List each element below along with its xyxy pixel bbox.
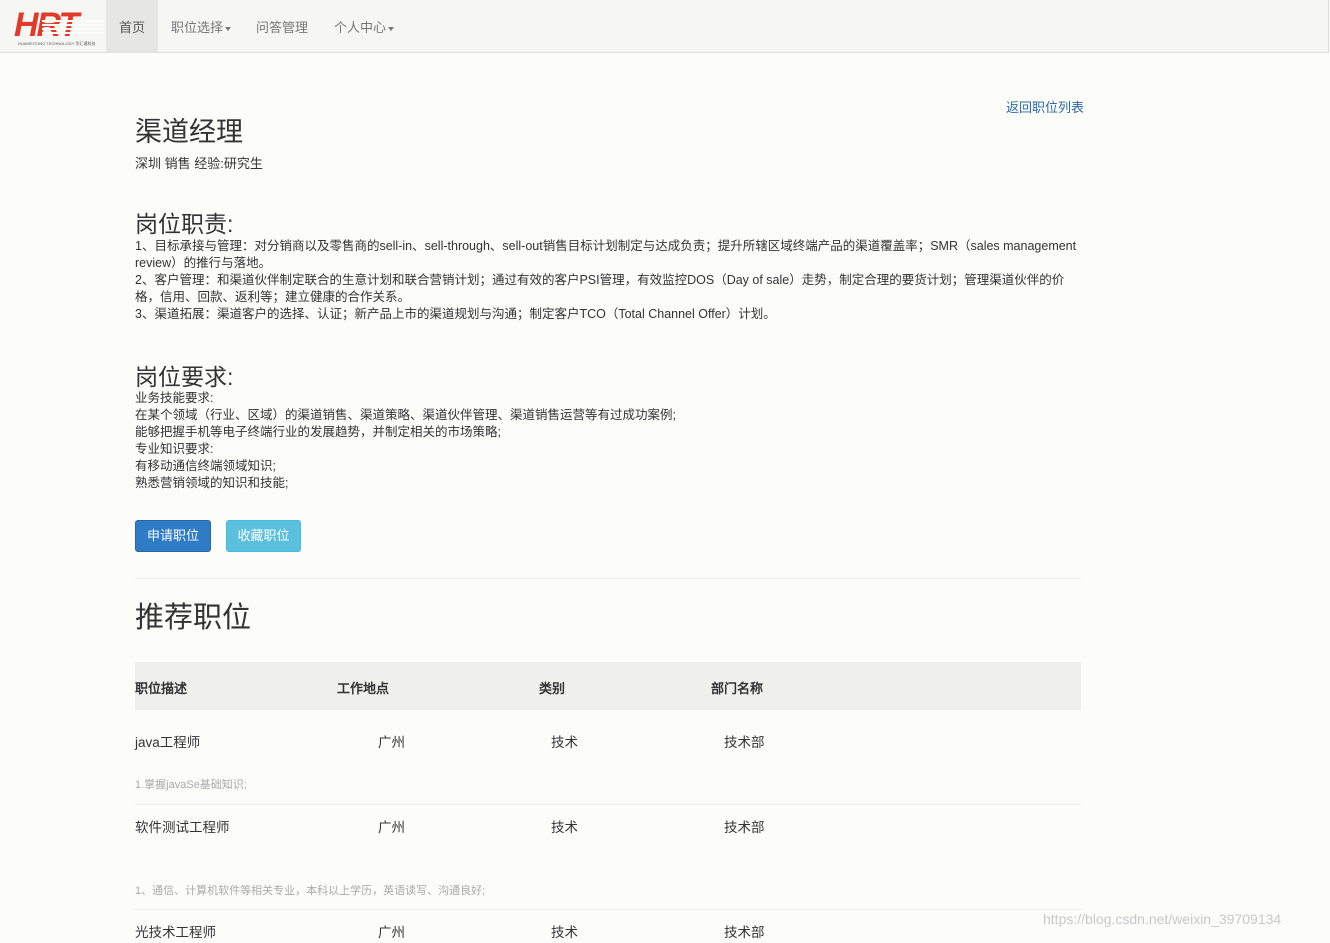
row-divider xyxy=(135,909,1081,910)
requirements-heading: 岗位要求: xyxy=(135,364,234,390)
job-name-link[interactable]: java工程师 xyxy=(135,733,200,753)
col-header-location: 工作地点 xyxy=(337,681,390,696)
row-divider xyxy=(135,804,1081,805)
requirement-item: 业务技能要求: xyxy=(135,391,214,405)
nav-qa-manage[interactable]: 问答管理 xyxy=(256,0,308,52)
watermark: https://blog.csdn.net/weixin_39709134 xyxy=(1043,911,1282,927)
favorite-job-button[interactable]: 收藏职位 xyxy=(226,520,301,552)
job-category: 技术 xyxy=(551,820,578,835)
apply-job-button[interactable]: 申请职位 xyxy=(135,520,211,552)
job-description: 1.掌握javaSe基础知识; xyxy=(135,779,247,791)
table-header: 职位描述 工作地点 类别 部门名称 xyxy=(135,662,1081,710)
caret-down-icon xyxy=(225,26,232,31)
nav-personal-label: 个人中心 xyxy=(334,20,387,35)
logo-stripes xyxy=(42,20,104,36)
recommended-heading: 推荐职位 xyxy=(135,602,252,634)
nav-home[interactable]: 首页 xyxy=(106,0,158,52)
job-description: 1、通信、计算机软件等相关专业，本科以上学历，英语读写、沟通良好; xyxy=(135,885,486,897)
duty-item: 2、客户管理：和渠道伙伴制定联合的生意计划和联合营销计划；通过有效的客户PSI管… xyxy=(135,273,1065,304)
job-category: 技术 xyxy=(551,735,578,750)
job-category: 技术 xyxy=(551,925,578,940)
job-department: 技术部 xyxy=(724,735,765,750)
col-header-category: 类别 xyxy=(539,681,566,696)
job-name-link[interactable]: 光技术工程师 xyxy=(135,923,216,943)
nav-job-select-label: 职位选择 xyxy=(171,20,224,35)
job-title: 渠道经理 xyxy=(135,117,243,147)
nav-personal-center-dropdown[interactable]: 个人中心 xyxy=(334,0,395,52)
duty-item: 3、渠道拓展：渠道客户的选择、认证；新产品上市的渠道规划与沟通；制定客户TCO（… xyxy=(135,307,776,321)
back-to-job-list-link[interactable]: 返回职位列表 xyxy=(1006,97,1084,116)
divider xyxy=(135,578,1081,579)
job-location: 广州 xyxy=(378,735,405,750)
requirement-item: 在某个领域（行业、区域）的渠道销售、渠道策略、渠道伙伴管理、渠道销售运营等有过成… xyxy=(135,408,676,422)
requirement-item: 有移动通信终端领域知识; xyxy=(135,459,276,473)
logo-tagline: HUAWEITONG TECHNOLOGY 华汇通科技 xyxy=(18,41,96,46)
hrt-logo[interactable]: HRT HUAWEITONG TECHNOLOGY 华汇通科技 xyxy=(14,7,104,47)
top-navbar: HRT HUAWEITONG TECHNOLOGY 华汇通科技 首页 职位选择 … xyxy=(0,0,1329,53)
job-name-link[interactable]: 软件测试工程师 xyxy=(135,818,235,838)
requirement-item: 熟悉营销领域的知识和技能; xyxy=(135,476,289,490)
col-header-department: 部门名称 xyxy=(711,681,764,696)
job-department: 技术部 xyxy=(724,925,765,940)
job-department: 技术部 xyxy=(724,820,765,835)
nav-job-select-dropdown[interactable]: 职位选择 xyxy=(171,0,232,52)
nav-home-label: 首页 xyxy=(118,20,145,35)
col-header-description: 职位描述 xyxy=(135,681,188,696)
requirement-item: 专业知识要求: xyxy=(135,442,214,456)
requirements-list: 业务技能要求: 在某个领域（行业、区域）的渠道销售、渠道策略、渠道伙伴管理、渠道… xyxy=(135,390,1080,492)
duties-heading: 岗位职责: xyxy=(135,211,234,237)
job-location: 广州 xyxy=(378,925,405,940)
caret-down-icon xyxy=(388,26,395,31)
requirement-item: 能够把握手机等电子终端行业的发展趋势，并制定相关的市场策略; xyxy=(135,425,501,439)
job-location: 广州 xyxy=(378,820,405,835)
job-meta: 深圳 销售 经验:研究生 xyxy=(135,156,263,171)
nav-qa-label: 问答管理 xyxy=(256,20,309,35)
duty-item: 1、目标承接与管理：对分销商以及零售商的sell-in、sell-through… xyxy=(135,239,1077,270)
duties-list: 1、目标承接与管理：对分销商以及零售商的sell-in、sell-through… xyxy=(135,238,1080,323)
